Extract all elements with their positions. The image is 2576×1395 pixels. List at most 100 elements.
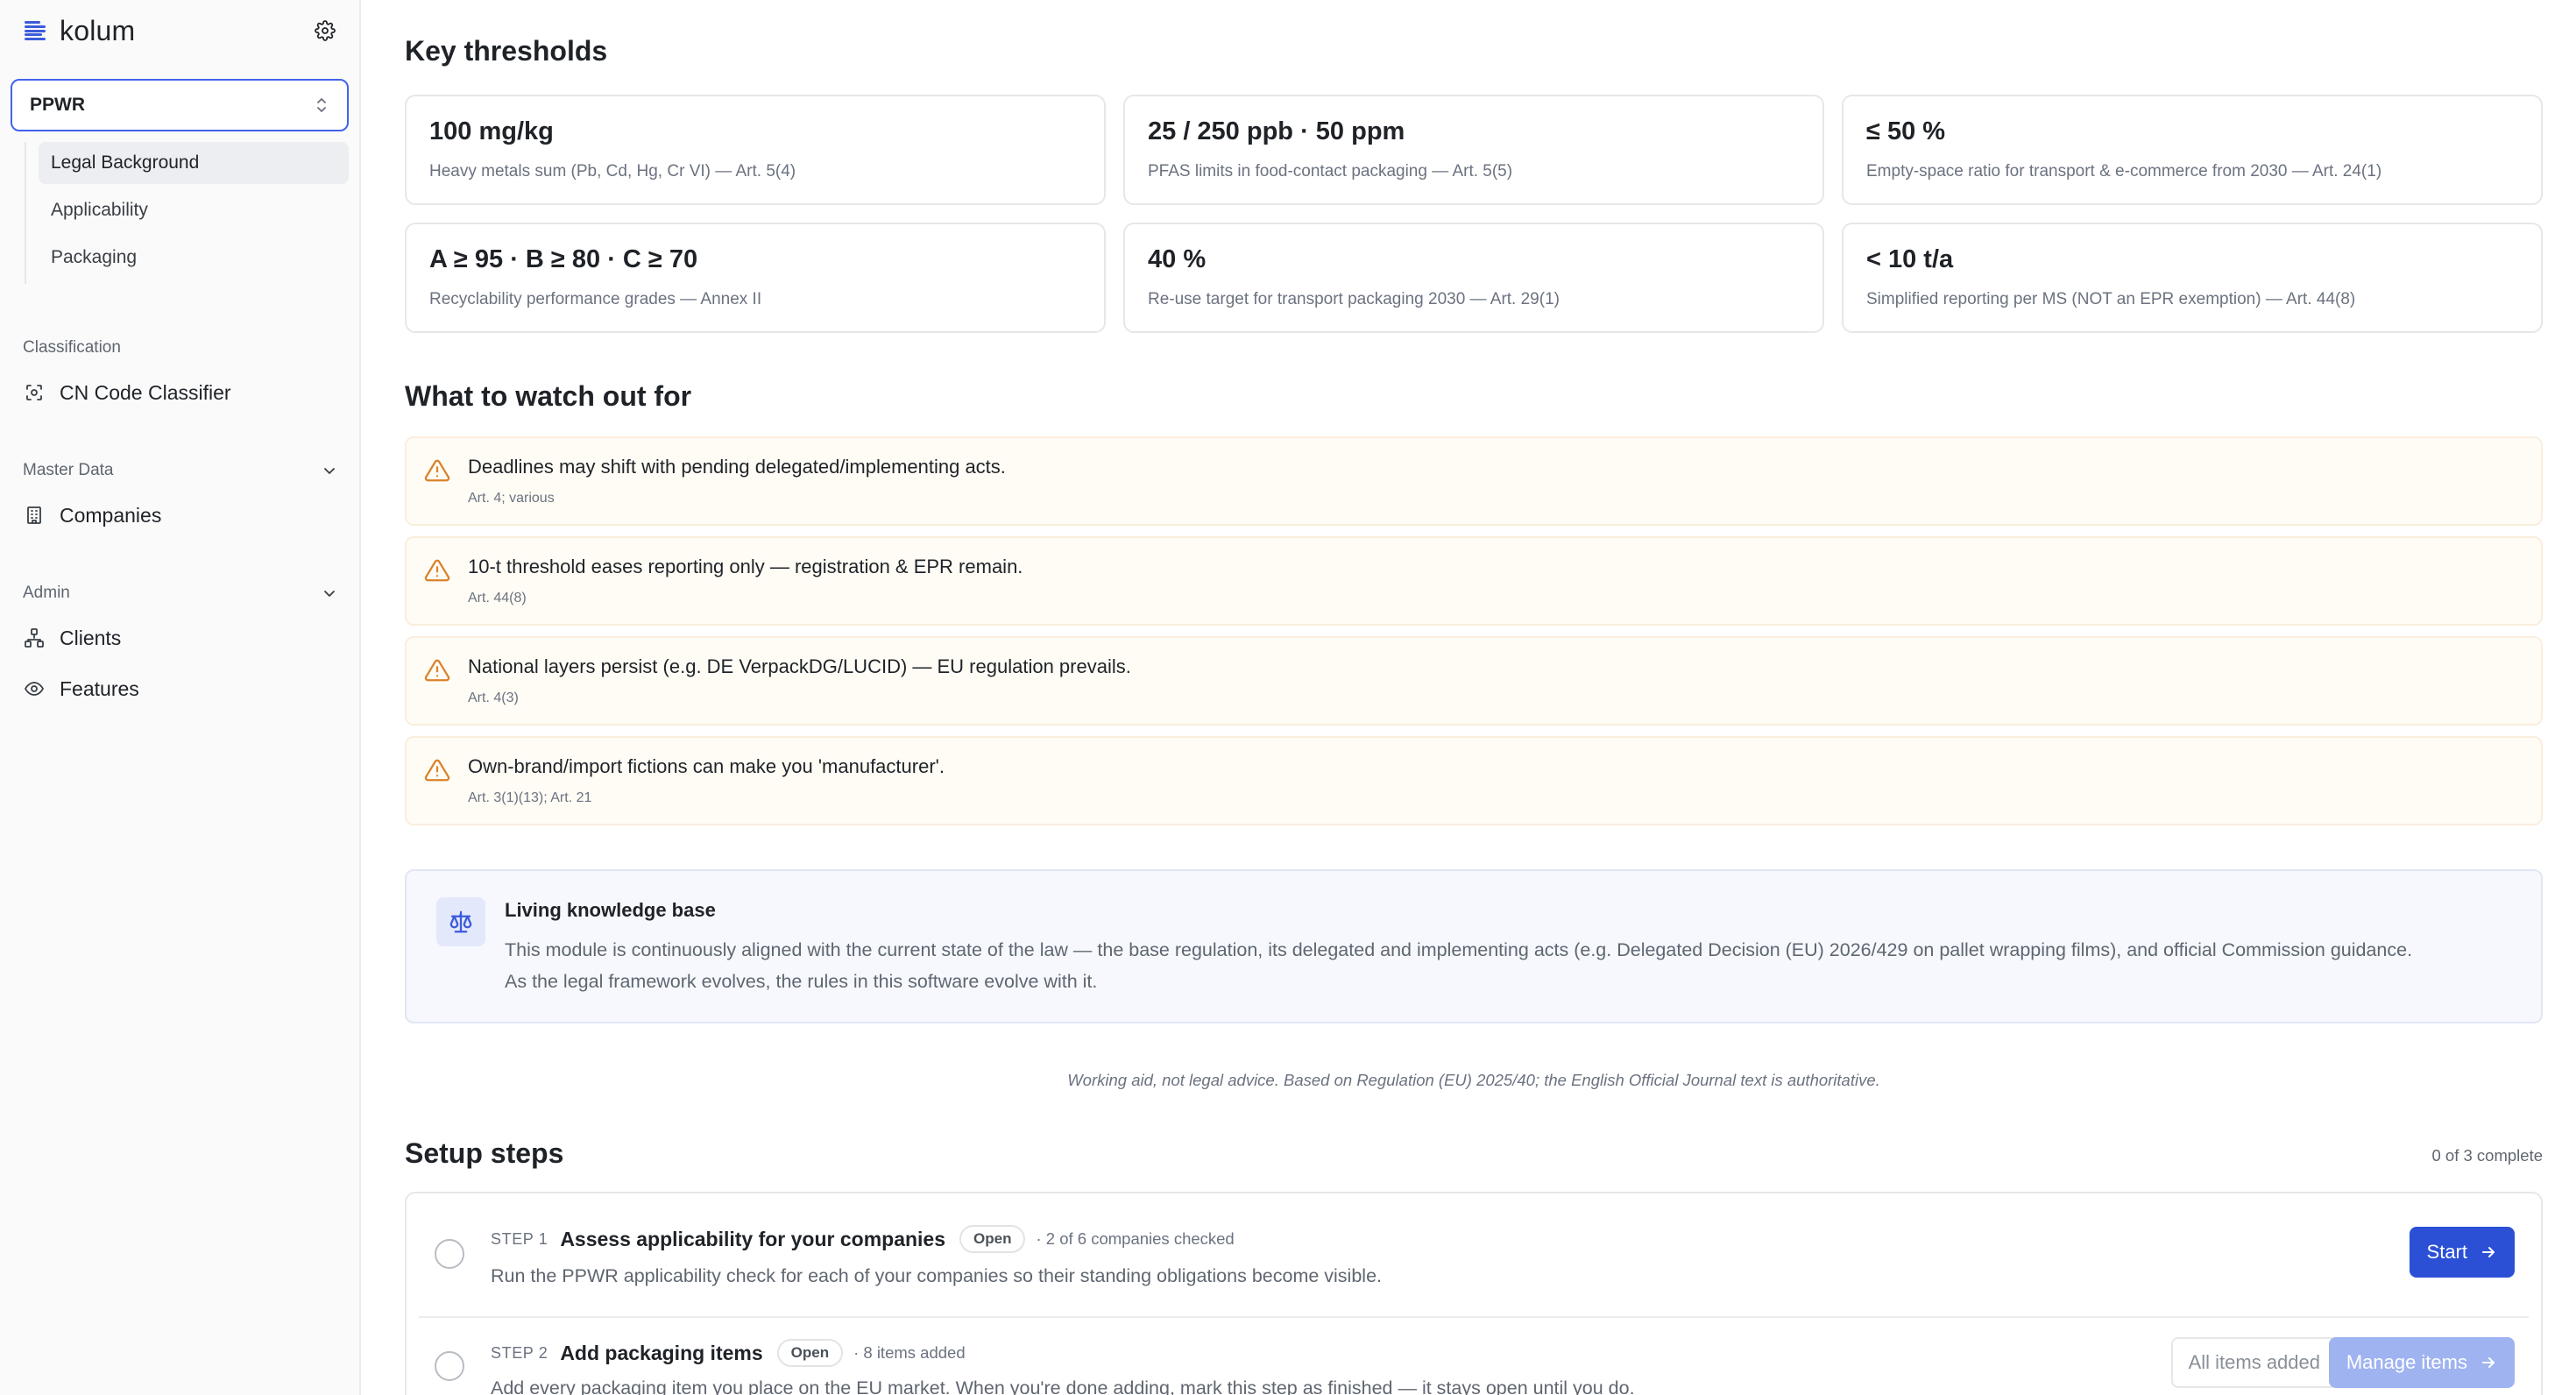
step-header: STEP 1 Assess applicability for your com…: [491, 1225, 1235, 1253]
warning-triangle-icon: [424, 559, 450, 582]
knowledge-base-text: This module is continuously aligned with…: [505, 939, 2413, 960]
regulation-select[interactable]: PPWR: [11, 79, 349, 131]
knowledge-base-notice: Living knowledge base This module is con…: [405, 869, 2543, 1023]
subnav-item-packaging[interactable]: Packaging: [39, 237, 349, 279]
chevron-up-down-icon: [317, 98, 326, 112]
step-description: Add every packaging item you place on th…: [491, 1377, 1635, 1395]
chevron-down-icon: [324, 468, 335, 474]
warning-reference: Art. 3(1)(13); Art. 21: [468, 790, 592, 805]
warning-reference: Art. 44(8): [468, 591, 527, 605]
watch-out-heading: What to watch out for: [405, 380, 692, 412]
legal-disclaimer: Working aid, not legal advice. Based on …: [1067, 1071, 1880, 1089]
warning-item: Deadlines may shift with pending delegat…: [405, 436, 2543, 526]
knowledge-base-title: Living knowledge base: [505, 899, 716, 921]
step-number: STEP 2: [491, 1343, 548, 1362]
building-icon: [23, 504, 46, 527]
status-badge: Open: [959, 1225, 1026, 1253]
warning-reference: Art. 4(3): [468, 690, 519, 705]
warning-list: Deadlines may shift with pending delegat…: [405, 436, 2543, 836]
sidebar-item-clients[interactable]: Clients: [23, 619, 338, 657]
threshold-description: Empty-space ratio for transport & e-comm…: [1866, 162, 2382, 181]
threshold-description: Re-use target for transport packaging 20…: [1148, 290, 1560, 308]
sidebar-item-label: Features: [60, 676, 139, 700]
all-items-added-button[interactable]: All items added: [2170, 1337, 2338, 1388]
sidebar-item-label: CN Code Classifier: [60, 380, 231, 404]
section-admin-label: Admin: [23, 584, 70, 602]
warning-triangle-icon: [424, 459, 450, 482]
step-complete-checkbox[interactable]: [435, 1351, 464, 1381]
step-title: Add packaging items: [560, 1341, 763, 1364]
threshold-description: PFAS limits in food-contact packaging — …: [1148, 162, 1513, 181]
chevron-down-icon: [324, 591, 335, 597]
section-admin[interactable]: Admin: [23, 584, 338, 603]
threshold-card: 40 % Re-use target for transport packagi…: [1123, 223, 1824, 333]
threshold-value: 100 mg/kg: [429, 117, 554, 145]
manage-items-button-label: Manage items: [2346, 1351, 2467, 1373]
arrow-right-icon: [2482, 1247, 2495, 1257]
warning-text: 10-t threshold eases reporting only — re…: [468, 556, 1023, 577]
setup-progress: 0 of 3 complete: [2431, 1146, 2544, 1165]
sidebar-item-cn-code-classifier[interactable]: CN Code Classifier: [23, 373, 338, 412]
regulation-select-value: PPWR: [30, 95, 85, 115]
kolum-logo-icon: [25, 19, 47, 42]
sidebar-item-companies[interactable]: Companies: [23, 496, 338, 535]
setup-steps-list: STEP 1 Assess applicability for your com…: [405, 1192, 2543, 1395]
setup-steps-heading: Setup steps: [405, 1137, 564, 1169]
eye-icon: [23, 677, 46, 700]
subnav-item-applicability[interactable]: Applicability: [39, 189, 349, 231]
sidebar-item-features[interactable]: Features: [23, 669, 338, 708]
setup-step-1: STEP 1 Assess applicability for your com…: [407, 1193, 2541, 1307]
threshold-value: < 10 t/a: [1866, 245, 1954, 273]
threshold-card: A ≥ 95 · B ≥ 80 · C ≥ 70 Recyclability p…: [405, 223, 1106, 333]
status-badge: Open: [776, 1339, 844, 1367]
threshold-value: 40 %: [1148, 245, 1207, 273]
subnav-item-legal-background[interactable]: Legal Background: [39, 142, 349, 184]
start-button[interactable]: Start: [2409, 1227, 2515, 1278]
sidebar: kolum PPWR Legal Background Applicabilit…: [0, 0, 361, 1395]
main-content: Key thresholds 100 mg/kg Heavy metals su…: [363, 0, 2576, 1395]
sidebar-item-label: Companies: [60, 503, 162, 527]
warning-text: Own-brand/import fictions can make you '…: [468, 755, 945, 777]
section-master-data-label: Master Data: [23, 461, 114, 479]
setup-step-2: STEP 2 Add packaging items Open · 8 item…: [407, 1307, 2541, 1395]
threshold-description: Simplified reporting per MS (NOT an EPR …: [1866, 290, 2356, 308]
threshold-value: 25 / 250 ppb · 50 ppm: [1148, 117, 1405, 145]
threshold-card: 25 / 250 ppb · 50 ppm PFAS limits in foo…: [1123, 95, 1824, 205]
scan-icon: [23, 381, 46, 404]
warning-item: Own-brand/import fictions can make you '…: [405, 736, 2543, 825]
warning-reference: Art. 4; various: [468, 491, 555, 506]
brand-name: kolum: [60, 14, 136, 46]
gear-icon: [315, 20, 336, 41]
threshold-description: Recyclability performance grades — Annex…: [429, 290, 762, 308]
warning-item: National layers persist (e.g. DE Verpack…: [405, 636, 2543, 726]
network-icon: [23, 627, 46, 649]
scale-icon: [436, 897, 485, 946]
section-master-data[interactable]: Master Data: [23, 461, 338, 480]
step-header: STEP 2 Add packaging items Open · 8 item…: [491, 1339, 966, 1367]
warning-item: 10-t threshold eases reporting only — re…: [405, 536, 2543, 626]
sidebar-item-label: Clients: [60, 626, 122, 649]
arrow-right-icon: [2482, 1357, 2495, 1368]
manage-items-button[interactable]: Manage items: [2328, 1337, 2515, 1388]
step-title: Assess applicability for your companies: [560, 1227, 946, 1250]
step-meta: · 2 of 6 companies checked: [1036, 1229, 1235, 1248]
step-complete-checkbox[interactable]: [435, 1239, 464, 1269]
start-button-label: Start: [2426, 1241, 2467, 1263]
threshold-card: ≤ 50 % Empty-space ratio for transport &…: [1842, 95, 2543, 205]
step-meta: · 8 items added: [853, 1343, 966, 1362]
threshold-card: < 10 t/a Simplified reporting per MS (NO…: [1842, 223, 2543, 333]
section-classification-label: Classification: [23, 338, 121, 357]
warning-text: Deadlines may shift with pending delegat…: [468, 456, 1006, 478]
regulation-subnav: Legal Background Applicability Packaging: [25, 142, 349, 284]
settings-button[interactable]: [312, 18, 338, 44]
key-thresholds-heading: Key thresholds: [405, 35, 608, 67]
section-classification: Classification: [23, 338, 338, 358]
threshold-value: ≤ 50 %: [1866, 117, 1946, 145]
step-number: STEP 1: [491, 1229, 548, 1248]
step-description: Run the PPWR applicability check for eac…: [491, 1265, 1382, 1286]
brand[interactable]: kolum: [25, 14, 136, 46]
warning-triangle-icon: [424, 659, 450, 682]
threshold-value: A ≥ 95 · B ≥ 80 · C ≥ 70: [429, 245, 698, 273]
threshold-description: Heavy metals sum (Pb, Cd, Hg, Cr VI) — A…: [429, 162, 796, 181]
threshold-grid: 100 mg/kg Heavy metals sum (Pb, Cd, Hg, …: [405, 95, 2543, 333]
